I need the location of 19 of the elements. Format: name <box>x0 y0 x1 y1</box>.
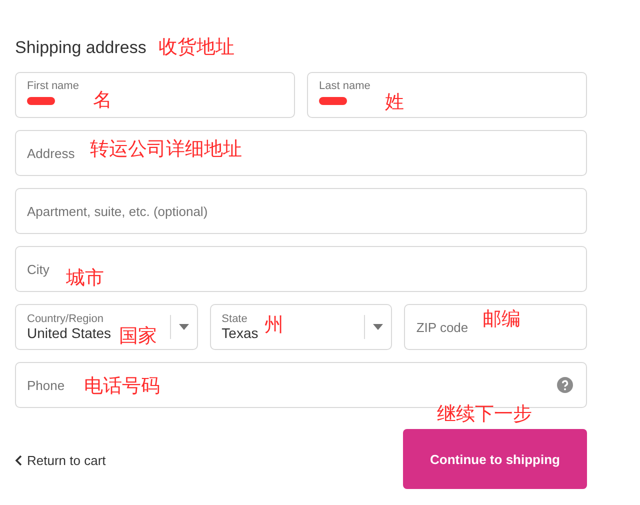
chevron-left-icon <box>15 455 22 466</box>
field-label: First name <box>27 80 80 92</box>
field-label: Last name <box>319 80 372 92</box>
annotation-text: 州 <box>264 315 284 336</box>
annotation-text: 邮编 <box>482 309 520 330</box>
caret-icon <box>178 324 189 330</box>
annotation-text: 国家 <box>119 326 157 347</box>
annotation-text: 名 <box>93 90 112 111</box>
caret-icon <box>373 324 384 330</box>
input-field[interactable]: Apartment, suite, etc. (optional) <box>15 188 587 234</box>
continue-button[interactable]: Continue to shipping <box>403 429 587 489</box>
annotation-text: 城市 <box>66 268 104 289</box>
help-icon[interactable] <box>557 377 573 393</box>
annotation-text: 电话号码 <box>84 376 160 397</box>
annotation-text: 姓 <box>385 92 404 113</box>
section-title: Shipping address <box>15 38 146 58</box>
return-link[interactable]: Return to cart <box>15 453 106 468</box>
annotation-text: 收货地址 <box>158 37 234 58</box>
annotation-text: 转运公司详细地址 <box>90 139 242 160</box>
